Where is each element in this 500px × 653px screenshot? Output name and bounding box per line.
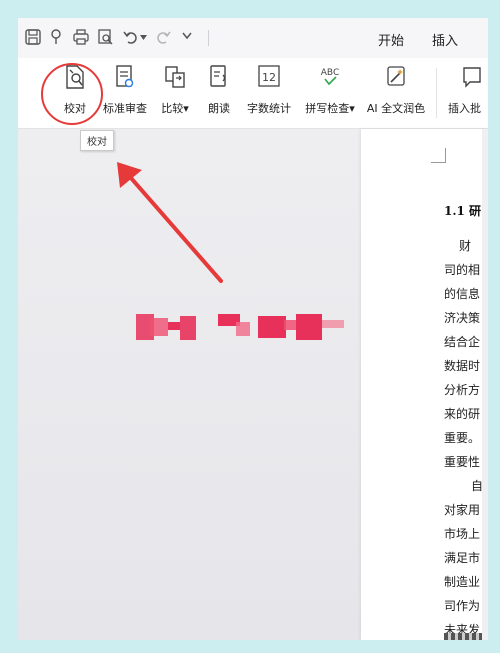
word-count-button[interactable]: 12 字数统计	[244, 64, 294, 122]
word-count-icon: 12	[258, 65, 280, 87]
undo-icon[interactable]	[122, 28, 140, 46]
proofread-tooltip: 校对	[80, 130, 114, 151]
undo-dropdown-icon[interactable]	[140, 35, 147, 40]
app-window: 开始 插入 校对 标准审查 比较▾ 朗读 12 字数统计 ABC 拼写检查▾ A…	[18, 18, 488, 640]
quick-access-toolbar: 开始 插入	[18, 18, 488, 58]
print-preview-icon[interactable]	[96, 28, 114, 46]
doc-line: 对家用	[444, 503, 481, 517]
menu-start[interactable]: 开始	[378, 30, 404, 49]
save-icon[interactable]	[24, 28, 42, 46]
doc-line: 分析方	[444, 383, 481, 397]
standard-review-button[interactable]: 标准审查	[100, 64, 150, 122]
read-aloud-label: 朗读	[208, 102, 230, 115]
compare-dropdown-icon[interactable]: ▾	[183, 102, 189, 115]
comment-icon	[463, 67, 481, 88]
word-count-icon-text: 12	[262, 71, 276, 84]
spell-check-icon-text: ABC	[321, 68, 339, 78]
doc-line: 的信息	[444, 287, 481, 301]
compare-button[interactable]: 比较▾	[158, 64, 192, 122]
ribbon-divider	[436, 68, 437, 118]
standard-review-label: 标准审查	[103, 102, 147, 115]
doc-line: 结合企	[444, 335, 481, 349]
redacted-watermark	[136, 314, 346, 342]
page-corner-mark	[431, 148, 446, 163]
read-aloud-button[interactable]: 朗读	[204, 64, 234, 122]
doc-line: 市场上	[444, 527, 481, 541]
document-page[interactable]: 1.1 研 财 司的相 的信息 济决策 结合企 数据时 分析方 来的研 重要。 …	[361, 129, 488, 640]
magic-wand-icon	[387, 66, 405, 86]
annotation-circle	[41, 63, 103, 125]
doc-line: 财	[459, 239, 472, 253]
insert-comment-label: 插入批	[448, 102, 481, 115]
print-icon[interactable]	[72, 28, 90, 46]
compare-icon	[165, 66, 185, 88]
spell-check-label: 拼写检查▾	[305, 102, 355, 115]
doc-line: 重要。	[444, 431, 481, 445]
section-heading: 1.1 研	[444, 204, 482, 218]
doc-line: 来的研	[444, 407, 481, 421]
doc-line: 司作为	[444, 599, 481, 613]
insert-comment-button[interactable]: 插入批	[444, 64, 488, 122]
vertical-scrollbar[interactable]	[482, 129, 488, 640]
standard-review-icon	[116, 65, 134, 88]
compare-label: 比较▾	[161, 102, 189, 115]
doc-line: 满足市	[444, 551, 481, 565]
document-canvas-background	[18, 129, 361, 640]
doc-line: 司的相	[444, 263, 481, 277]
spell-check-button[interactable]: ABC 拼写检查▾	[302, 64, 358, 122]
menu-insert[interactable]: 插入	[432, 30, 458, 49]
ai-polish-button[interactable]: AI 全文润色	[364, 64, 428, 122]
customize-dropdown-icon[interactable]	[182, 32, 192, 40]
spell-check-icon: ABC	[321, 68, 339, 86]
doc-line: 济决策	[444, 311, 481, 325]
doc-line: 数据时	[444, 359, 481, 373]
redo-icon[interactable]	[154, 28, 172, 46]
doc-line: 重要性	[444, 455, 481, 469]
read-aloud-icon	[210, 65, 226, 87]
word-count-label: 字数统计	[247, 102, 291, 115]
share-icon[interactable]	[48, 28, 66, 46]
pixelated-text	[444, 633, 482, 640]
doc-line: 制造业	[444, 575, 481, 589]
spell-check-dropdown-icon[interactable]: ▾	[349, 102, 355, 115]
toolbar-divider	[208, 30, 209, 46]
ai-polish-label: AI 全文润色	[366, 102, 426, 115]
